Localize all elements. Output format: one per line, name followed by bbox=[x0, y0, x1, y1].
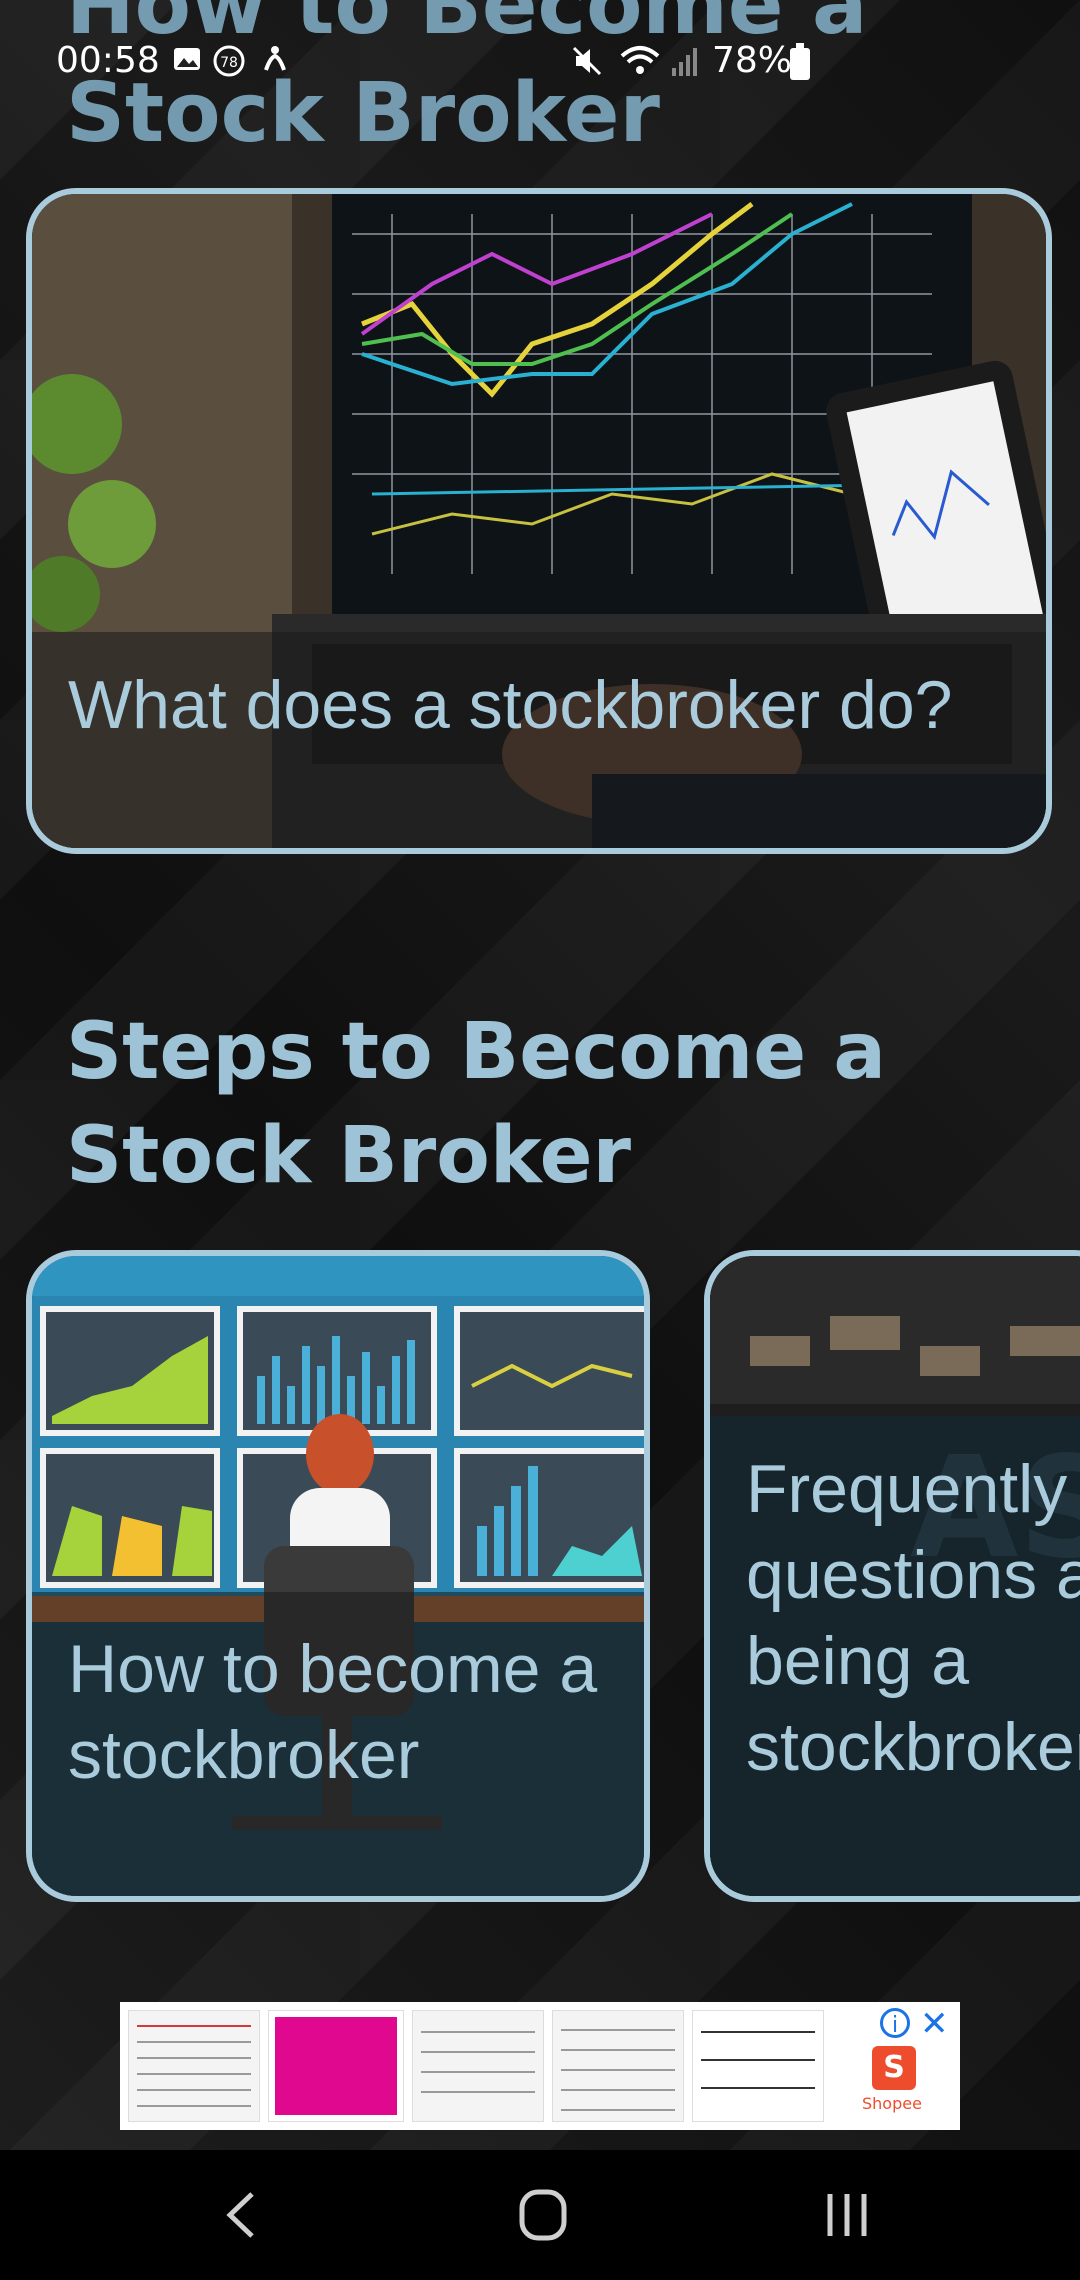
ad-banner[interactable]: i ✕ S Shopee bbox=[120, 2002, 960, 2130]
battery-percent: 78% bbox=[712, 40, 793, 81]
ad-document-thumbnail bbox=[128, 2010, 260, 2122]
card-faq-stockbroker[interactable]: ASD Frequently asked questions about bei… bbox=[704, 1250, 1080, 1902]
ad-color-swatch-thumbnail bbox=[268, 2010, 404, 2122]
system-navigation-bar bbox=[0, 2150, 1080, 2280]
home-button[interactable] bbox=[498, 2180, 588, 2250]
recent-apps-button[interactable] bbox=[802, 2180, 892, 2250]
card-how-to-become-stockbroker[interactable]: How to become a stockbroker bbox=[26, 1250, 650, 1902]
ad-form-thumbnail bbox=[692, 2010, 824, 2122]
card-what-does-stockbroker-do[interactable]: What does a stockbroker do? bbox=[26, 188, 1052, 854]
card-label: How to become a stockbroker bbox=[68, 1631, 598, 1793]
gallery-icon bbox=[170, 44, 204, 78]
ad-document-thumbnail bbox=[552, 2010, 684, 2122]
ad-close-icon[interactable]: ✕ bbox=[920, 2004, 949, 2044]
badge-count: 78 bbox=[220, 55, 238, 71]
status-bar: 00:58 78 78% bbox=[0, 0, 1080, 130]
card-label: What does a stockbroker do? bbox=[68, 667, 953, 743]
ad-document-thumbnail bbox=[412, 2010, 544, 2122]
signal-icon bbox=[668, 44, 702, 78]
badge-icon: 78 bbox=[212, 44, 246, 78]
ad-info-icon[interactable]: i bbox=[880, 2008, 910, 2038]
accessibility-icon bbox=[258, 44, 292, 78]
section-title-steps: Steps to Become a Stock Broker bbox=[66, 1007, 886, 1201]
mute-icon bbox=[570, 44, 604, 78]
shopee-bag-icon: S bbox=[872, 2046, 916, 2090]
card-label: Frequently asked questions about being a… bbox=[746, 1451, 1080, 1785]
ad-brand-label: Shopee bbox=[862, 2094, 922, 2113]
wifi-icon bbox=[618, 44, 662, 78]
status-time: 00:58 bbox=[56, 40, 160, 81]
back-button[interactable] bbox=[196, 2180, 286, 2250]
battery-icon bbox=[790, 43, 810, 80]
